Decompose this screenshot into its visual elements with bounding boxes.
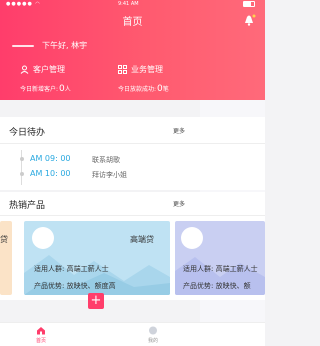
business-management-link[interactable]: 业务管理 — [118, 64, 163, 75]
signal-indicator: ●●●●● ◠ — [6, 1, 41, 7]
customer-management-label: 客户管理 — [33, 65, 65, 74]
product-audience: 适用人群: 高端工薪人士 — [183, 265, 258, 273]
greeting-dash — [12, 44, 34, 47]
greeting-text: 下午好, 林宇 — [42, 41, 88, 50]
home-header: ●●●●● ◠ 9:41 AM 首页 下午好, 林宇 客户管理 业务管理 今日新… — [0, 0, 265, 100]
product-audience: 适用人群: 高端工薪人士 — [34, 265, 109, 273]
timeline-line — [21, 150, 22, 185]
deals-unit: 笔 — [162, 86, 169, 93]
product-card-partial[interactable]: 贷 — [0, 221, 12, 295]
hot-more-link[interactable]: 更多 — [173, 199, 185, 208]
today-tasks-title: 今日待办 — [9, 128, 46, 138]
product-card[interactable]: 高端贷 适用人群: 高端工薪人士 产品优势: 放映快、额度高 — [24, 221, 170, 295]
new-customers-unit: 人 — [64, 86, 71, 93]
add-button[interactable]: + — [88, 293, 104, 309]
battery-icon — [243, 1, 255, 7]
tab-profile-label: 我的 — [147, 338, 158, 344]
deals-stat: 今日放款成功: 0 笔 — [118, 84, 169, 94]
task-text[interactable]: 拜访李小姐 — [92, 170, 127, 180]
home-icon — [37, 327, 45, 335]
new-customers-stat: 今日新增客户: 0 人 — [20, 84, 71, 94]
task-time[interactable]: AM 10: 00 — [30, 169, 71, 178]
today-more-link[interactable]: 更多 — [173, 126, 185, 135]
deals-label: 今日放款成功: — [118, 86, 157, 93]
product-advantage: 产品优势: 放映快、额 — [183, 282, 251, 290]
section-divider — [0, 143, 265, 144]
status-time: 9:41 AM — [118, 1, 139, 7]
product-image-placeholder — [181, 227, 203, 249]
section-divider — [0, 215, 265, 216]
notification-bell-icon[interactable] — [242, 14, 256, 26]
product-card-title: 贷 — [0, 235, 8, 244]
page-title: 首页 — [122, 17, 143, 28]
tab-home-label: 首页 — [35, 338, 46, 344]
tab-profile[interactable]: 我的 — [138, 326, 168, 344]
grid-icon — [118, 65, 127, 74]
greeting: 下午好, 林宇 — [12, 40, 87, 51]
product-name: 高端贷 — [130, 235, 154, 244]
task-time[interactable]: AM 09: 00 — [30, 154, 71, 163]
product-image-placeholder — [32, 227, 54, 249]
timeline-dot — [19, 172, 24, 176]
status-bar: ●●●●● ◠ 9:41 AM — [0, 0, 265, 8]
tab-home[interactable]: 首页 — [26, 326, 56, 344]
timeline-dot — [19, 157, 24, 161]
product-card[interactable]: 适用人群: 高端工薪人士 产品优势: 放映快、额 — [175, 221, 265, 295]
product-advantage: 产品优势: 放映快、额度高 — [34, 282, 116, 290]
task-text[interactable]: 联系胡歌 — [92, 155, 120, 165]
profile-icon — [149, 326, 157, 335]
hot-products-title: 热销产品 — [9, 201, 46, 211]
customer-management-link[interactable]: 客户管理 — [20, 64, 65, 75]
new-customers-label: 今日新增客户: — [20, 86, 59, 93]
business-management-label: 业务管理 — [131, 65, 163, 74]
user-icon — [20, 65, 29, 74]
